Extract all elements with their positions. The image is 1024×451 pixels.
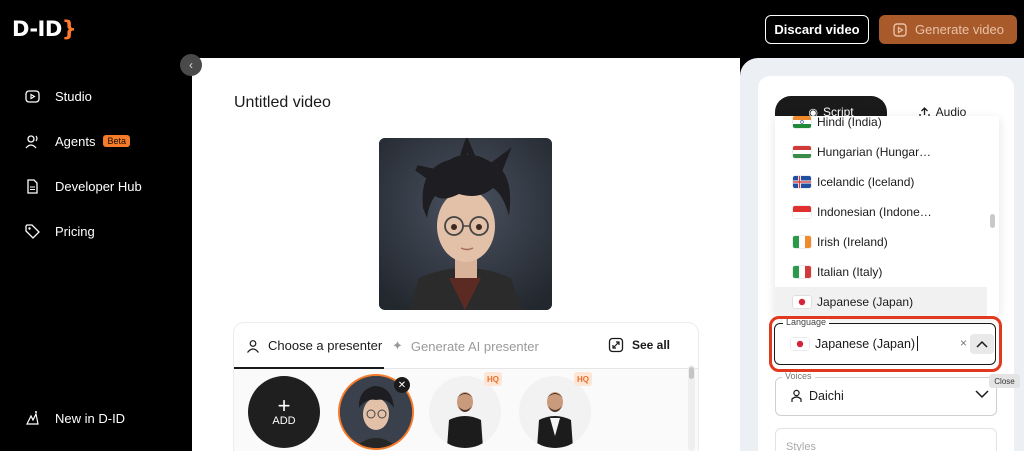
language-option-hindi[interactable]: Hindi (India) <box>775 116 987 137</box>
voice-label: Daichi <box>809 389 844 403</box>
chevron-down-icon[interactable] <box>975 390 989 399</box>
option-label: Indonesian (Indone… <box>817 205 932 219</box>
scrollbar-thumb[interactable] <box>689 367 694 379</box>
language-option-icelandic[interactable]: Icelandic (Iceland) <box>775 167 987 197</box>
sparkle-icon: ✦ <box>392 338 403 353</box>
language-dropdown-list: Hindi (India) Hungarian (Hungar… Iceland… <box>775 116 999 316</box>
option-label: Hungarian (Hungar… <box>817 145 932 159</box>
person-icon <box>791 389 802 402</box>
sidebar-item-pricing[interactable]: Pricing <box>24 220 95 242</box>
iceland-flag-icon <box>793 176 811 188</box>
generate-video-label: Generate video <box>915 22 1004 37</box>
language-option-hungarian[interactable]: Hungarian (Hungar… <box>775 137 987 167</box>
agents-icon <box>25 134 38 148</box>
option-label: Italian (Italy) <box>817 265 883 279</box>
presenter-preview-image <box>379 138 552 310</box>
d-id-logo[interactable]: D-ID} <box>12 17 77 41</box>
chevron-left-icon: ‹ <box>189 58 193 72</box>
discard-video-button[interactable]: Discard video <box>765 15 869 44</box>
document-icon <box>27 178 38 194</box>
option-label: Japanese (Japan) <box>817 295 914 309</box>
language-option-japanese[interactable]: Japanese (Japan) <box>775 287 987 316</box>
generate-video-button[interactable]: Generate video <box>879 15 1017 44</box>
italy-flag-icon <box>793 266 811 278</box>
option-label: Hindi (India) <box>817 116 882 129</box>
beta-badge: Beta <box>103 135 130 147</box>
language-option-indonesian[interactable]: Indonesian (Indone… <box>775 197 987 227</box>
presenter-list-scrollbar[interactable] <box>688 365 695 451</box>
presenter-tabs: Choose a presenter ✦ Generate AI present… <box>234 323 698 369</box>
expand-icon <box>608 337 624 353</box>
sidebar-item-label: Studio <box>55 88 92 104</box>
sidebar-item-studio[interactable]: Studio <box>24 85 92 107</box>
sidebar-item-label: Agents <box>55 133 96 149</box>
add-label: ADD <box>272 415 296 427</box>
hq-badge: HQ <box>574 372 592 386</box>
sidebar <box>0 58 192 451</box>
ireland-flag-icon <box>793 236 811 248</box>
collapse-sidebar-button[interactable]: ‹ <box>180 54 202 76</box>
sidebar-item-label: New in D-ID <box>55 410 126 426</box>
presenter-thumb[interactable] <box>429 376 501 448</box>
sparkle-hand-icon <box>26 410 39 425</box>
hungary-flag-icon <box>793 146 811 158</box>
see-all-button[interactable]: See all <box>608 337 670 353</box>
presenter-picker: Choose a presenter ✦ Generate AI present… <box>234 323 698 451</box>
add-presenter-button[interactable]: + ADD <box>248 376 320 448</box>
page-title[interactable]: Untitled video <box>234 94 331 112</box>
option-label: Icelandic (Iceland) <box>817 175 915 189</box>
tab-choose-presenter[interactable]: Choose a presenter <box>246 338 382 353</box>
studio-icon <box>25 89 40 103</box>
language-option-irish[interactable]: Irish (Ireland) <box>775 227 987 257</box>
sidebar-item-label: Developer Hub <box>55 178 142 194</box>
sidebar-item-agents[interactable]: Agents Beta <box>24 130 130 152</box>
dropdown-scrollbar[interactable] <box>988 116 998 316</box>
presenter-thumb[interactable] <box>519 376 591 448</box>
tab-label: Generate AI presenter <box>410 338 539 354</box>
top-bar: D-ID} Discard video Generate video <box>0 0 1024 58</box>
annotation-highlight <box>769 316 1002 372</box>
sidebar-item-developer-hub[interactable]: Developer Hub <box>24 175 142 197</box>
tab-generate-ai-presenter[interactable]: ✦ Generate AI presenter <box>392 338 539 354</box>
india-flag-icon <box>793 116 811 128</box>
language-option-italian[interactable]: Italian (Italy) <box>775 257 987 287</box>
film-icon <box>893 22 907 37</box>
indonesia-flag-icon <box>793 206 811 218</box>
sidebar-item-new-in-d-id[interactable]: New in D-ID <box>24 407 125 429</box>
presenter-list: + ADD ✕ HQ HQ <box>234 369 698 451</box>
voices-field-label: Voices <box>782 371 815 381</box>
remove-presenter-button[interactable]: ✕ <box>394 377 410 393</box>
scrollbar-thumb[interactable] <box>990 214 995 228</box>
japan-flag-icon <box>793 296 811 308</box>
option-label: Irish (Ireland) <box>817 235 888 249</box>
close-icon: ✕ <box>397 379 407 391</box>
sidebar-item-label: Pricing <box>55 223 95 239</box>
close-tooltip: Close <box>989 374 1020 388</box>
hq-badge: HQ <box>484 372 502 386</box>
styles-field-label: Styles <box>786 441 816 451</box>
voice-value: Daichi <box>790 389 844 403</box>
plus-icon: + <box>277 393 291 418</box>
see-all-label: See all <box>631 338 670 352</box>
tab-label: Choose a presenter <box>268 338 383 353</box>
tag-icon <box>25 223 40 239</box>
person-icon <box>247 339 259 353</box>
